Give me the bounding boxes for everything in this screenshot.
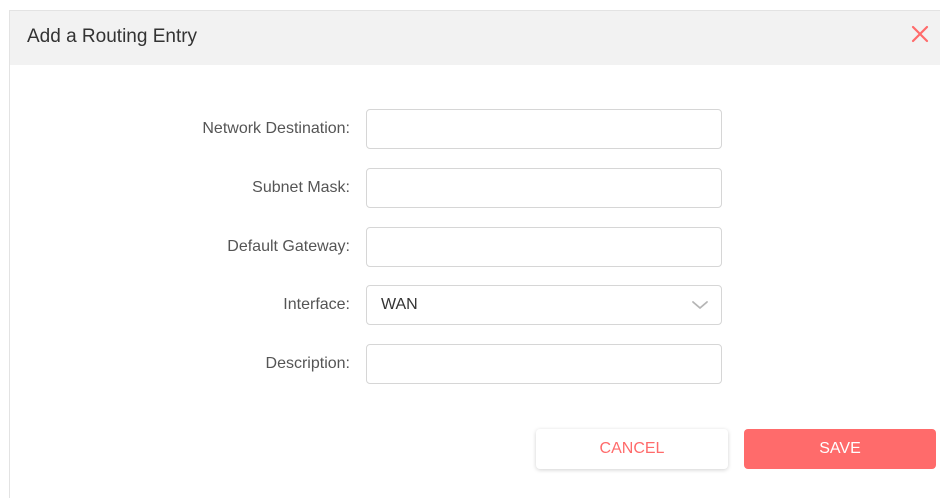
close-icon	[910, 24, 930, 44]
row-subnet-mask: Subnet Mask:	[10, 168, 940, 208]
description-label: Description:	[265, 355, 350, 372]
subnet-mask-label: Subnet Mask:	[252, 179, 350, 196]
interface-label: Interface:	[283, 296, 350, 313]
chevron-down-icon	[691, 299, 709, 311]
interface-select[interactable]: WAN	[366, 285, 722, 325]
dialog-title: Add a Routing Entry	[27, 26, 198, 47]
interface-selected-value: WAN	[381, 296, 418, 313]
save-button[interactable]: SAVE	[744, 429, 936, 469]
row-interface: Interface: WAN	[10, 285, 940, 325]
row-network-destination: Network Destination:	[10, 109, 940, 149]
dialog-header: Add a Routing Entry	[10, 11, 940, 65]
routing-entry-dialog: Add a Routing Entry Network Destination:…	[9, 10, 940, 498]
cancel-button[interactable]: CANCEL	[536, 429, 728, 469]
row-default-gateway: Default Gateway:	[10, 227, 940, 267]
default-gateway-input[interactable]	[366, 227, 722, 267]
subnet-mask-input[interactable]	[366, 168, 722, 208]
close-button[interactable]	[910, 24, 930, 44]
network-destination-input[interactable]	[366, 109, 722, 149]
network-destination-label: Network Destination:	[202, 120, 350, 137]
description-input[interactable]	[366, 344, 722, 384]
row-description: Description:	[10, 344, 940, 384]
default-gateway-label: Default Gateway:	[227, 238, 350, 255]
